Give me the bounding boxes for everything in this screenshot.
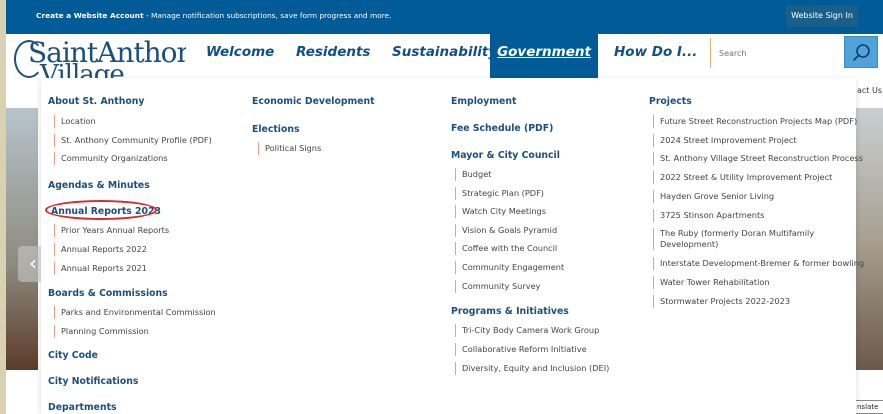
menu-collaborative-reform[interactable]: Collaborative Reform Initiative <box>455 343 587 356</box>
menu-employment[interactable]: Employment <box>451 96 516 107</box>
menu-prior-years-annual-reports[interactable]: Prior Years Annual Reports <box>54 224 169 237</box>
top-utility-bar: Create a Website Account - Manage notifi… <box>6 0 883 34</box>
menu-about-st-anthony[interactable]: About St. Anthony <box>48 96 144 107</box>
menu-tri-city-body-camera[interactable]: Tri-City Body Camera Work Group <box>455 324 599 337</box>
site-header: SaintAnthony Village Welcome Residents S… <box>6 34 883 78</box>
menu-community-engagement[interactable]: Community Engagement <box>455 261 564 274</box>
menu-coffee-with-council[interactable]: Coffee with the Council <box>455 242 557 255</box>
menu-political-signs[interactable]: Political Signs <box>258 142 321 155</box>
menu-projects[interactable]: Projects <box>649 96 692 107</box>
menu-programs-initiatives[interactable]: Programs & Initiatives <box>451 306 569 317</box>
nav-government[interactable]: Government <box>490 34 598 78</box>
menu-community-survey[interactable]: Community Survey <box>455 280 540 293</box>
sign-in-button[interactable]: Website Sign In <box>786 5 858 27</box>
create-account-link[interactable]: Create a Website Account <box>36 11 144 20</box>
menu-economic-development[interactable]: Economic Development <box>252 96 375 107</box>
menu-2022-street-utility[interactable]: 2022 Street & Utility Improvement Projec… <box>653 171 832 184</box>
menu-community-profile[interactable]: St. Anthony Community Profile (PDF) <box>54 134 212 147</box>
menu-annual-reports-2022[interactable]: Annual Reports 2022 <box>54 243 147 256</box>
menu-street-reconstruction-process[interactable]: St. Anthony Village Street Reconstructio… <box>653 152 863 165</box>
menu-interstate-development[interactable]: Interstate Development-Bremer & former b… <box>653 257 864 270</box>
menu-agendas-minutes[interactable]: Agendas & Minutes <box>48 180 150 191</box>
menu-planning-commission[interactable]: Planning Commission <box>54 325 149 338</box>
account-message: Create a Website Account - Manage notifi… <box>36 11 391 20</box>
government-dropdown-menu: About St. Anthony Location St. Anthony C… <box>41 78 864 414</box>
menu-budget[interactable]: Budget <box>455 168 491 181</box>
site-logo[interactable]: SaintAnthony Village <box>14 36 186 78</box>
contact-us-link[interactable]: act Us <box>857 86 882 95</box>
search-box <box>710 38 832 68</box>
logo-line-2: Village <box>40 60 125 78</box>
search-input[interactable] <box>719 45 829 61</box>
menu-community-organizations[interactable]: Community Organizations <box>54 152 168 165</box>
menu-stormwater-projects[interactable]: Stormwater Projects 2022-2023 <box>653 295 790 308</box>
menu-elections[interactable]: Elections <box>252 124 300 135</box>
hero-photo-left <box>6 108 38 370</box>
menu-hayden-grove[interactable]: Hayden Grove Senior Living <box>653 190 774 203</box>
translate-button[interactable]: nslate <box>854 400 883 414</box>
menu-diversity-equity-inclusion[interactable]: Diversity, Equity and Inclusion (DEI) <box>455 362 609 375</box>
menu-vision-goals-pyramid[interactable]: Vision & Goals Pyramid <box>455 224 557 237</box>
menu-2024-street-improvement[interactable]: 2024 Street Improvement Project <box>653 134 797 147</box>
hero-photo-right <box>856 108 883 370</box>
nav-how-do-i[interactable]: How Do I... <box>614 34 698 78</box>
menu-location[interactable]: Location <box>54 115 96 128</box>
nav-sustainability[interactable]: Sustainability <box>392 34 497 78</box>
menu-parks-environmental-commission[interactable]: Parks and Environmental Commission <box>54 306 216 319</box>
menu-boards-commissions[interactable]: Boards & Commissions <box>48 288 168 299</box>
browser-viewport: Create a Website Account - Manage notifi… <box>6 0 883 414</box>
menu-fee-schedule[interactable]: Fee Schedule (PDF) <box>451 123 553 134</box>
menu-the-ruby[interactable]: The Ruby (formerly Doran Multifamily Dev… <box>653 228 833 250</box>
menu-mayor-city-council[interactable]: Mayor & City Council <box>451 150 560 161</box>
menu-strategic-plan[interactable]: Strategic Plan (PDF) <box>455 187 544 200</box>
menu-watch-city-meetings[interactable]: Watch City Meetings <box>455 205 546 218</box>
account-description: - Manage notification subscriptions, sav… <box>143 11 392 20</box>
nav-welcome[interactable]: Welcome <box>206 34 274 78</box>
menu-city-notifications[interactable]: City Notifications <box>48 376 138 387</box>
menu-annual-reports-2021[interactable]: Annual Reports 2021 <box>54 262 147 275</box>
menu-3725-stinson[interactable]: 3725 Stinson Apartments <box>653 209 764 222</box>
search-button[interactable] <box>844 36 878 68</box>
nav-residents[interactable]: Residents <box>296 34 370 78</box>
search-icon <box>853 44 870 61</box>
highlight-annotation-circle <box>45 200 157 220</box>
menu-city-code[interactable]: City Code <box>48 350 98 361</box>
menu-future-street-projects-map[interactable]: Future Street Reconstruction Projects Ma… <box>653 115 857 128</box>
menu-departments[interactable]: Departments <box>48 402 117 413</box>
menu-water-tower[interactable]: Water Tower Rehabilitation <box>653 276 770 289</box>
